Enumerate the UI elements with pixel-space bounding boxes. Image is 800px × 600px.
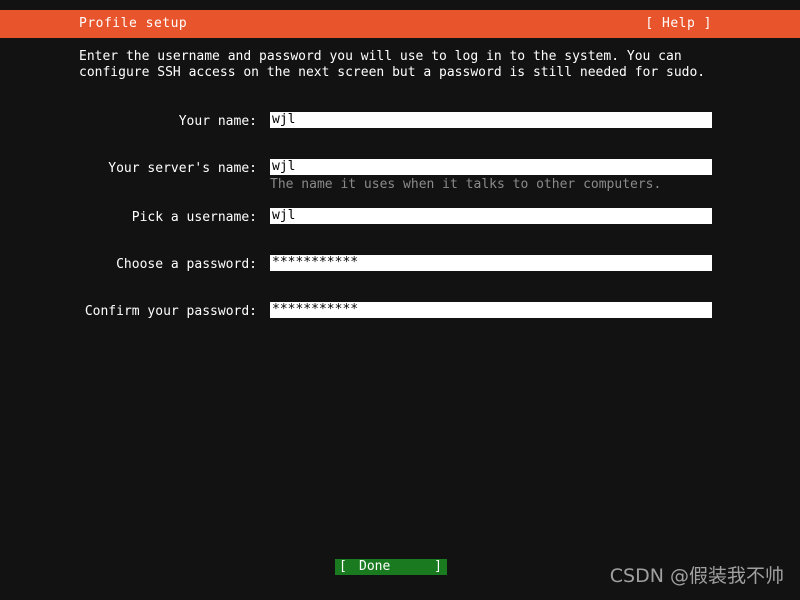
watermark: CSDN @假装我不帅 [609, 565, 784, 587]
input-confirm-password-value: *********** [272, 302, 359, 317]
field-row-password: Choose a password: *********** [0, 255, 800, 279]
help-button[interactable]: [ Help ] [645, 16, 712, 32]
input-server-name[interactable]: wjl [270, 159, 712, 175]
hint-server-name: The name it uses when it talks to other … [270, 177, 662, 192]
field-row-username: Pick a username: wjl [0, 208, 800, 232]
label-confirm-password: Confirm your password: [84, 304, 257, 319]
installer-screen: Profile setup [ Help ] Enter the usernam… [0, 0, 800, 600]
input-username[interactable]: wjl [270, 208, 712, 224]
page-title: Profile setup [79, 16, 188, 31]
label-password: Choose a password: [116, 257, 257, 272]
input-server-name-value: wjl [272, 159, 296, 174]
intro-text: Enter the username and password you will… [79, 49, 706, 80]
profile-setup-form: Your name: wjl Your server's name: wjl T… [0, 112, 800, 349]
input-your-name[interactable]: wjl [270, 112, 712, 128]
label-your-name: Your name: [178, 114, 257, 129]
field-row-server-name: Your server's name: wjl The name it uses… [0, 159, 800, 192]
input-your-name-value: wjl [272, 112, 296, 127]
done-button-label: Done [359, 559, 391, 574]
done-close-bracket: ] [434, 559, 442, 574]
done-button[interactable]: [ Done ] [335, 559, 447, 575]
input-password-value: *********** [272, 255, 359, 270]
label-server-name: Your server's name: [108, 161, 257, 176]
label-username: Pick a username: [131, 210, 257, 225]
input-password[interactable]: *********** [270, 255, 712, 271]
header-bar: Profile setup [ Help ] [0, 10, 800, 38]
done-open-bracket: [ [339, 559, 347, 574]
input-confirm-password[interactable]: *********** [270, 302, 712, 318]
field-row-your-name: Your name: wjl [0, 112, 800, 136]
field-row-confirm-password: Confirm your password: *********** [0, 302, 800, 326]
input-username-value: wjl [272, 208, 296, 223]
